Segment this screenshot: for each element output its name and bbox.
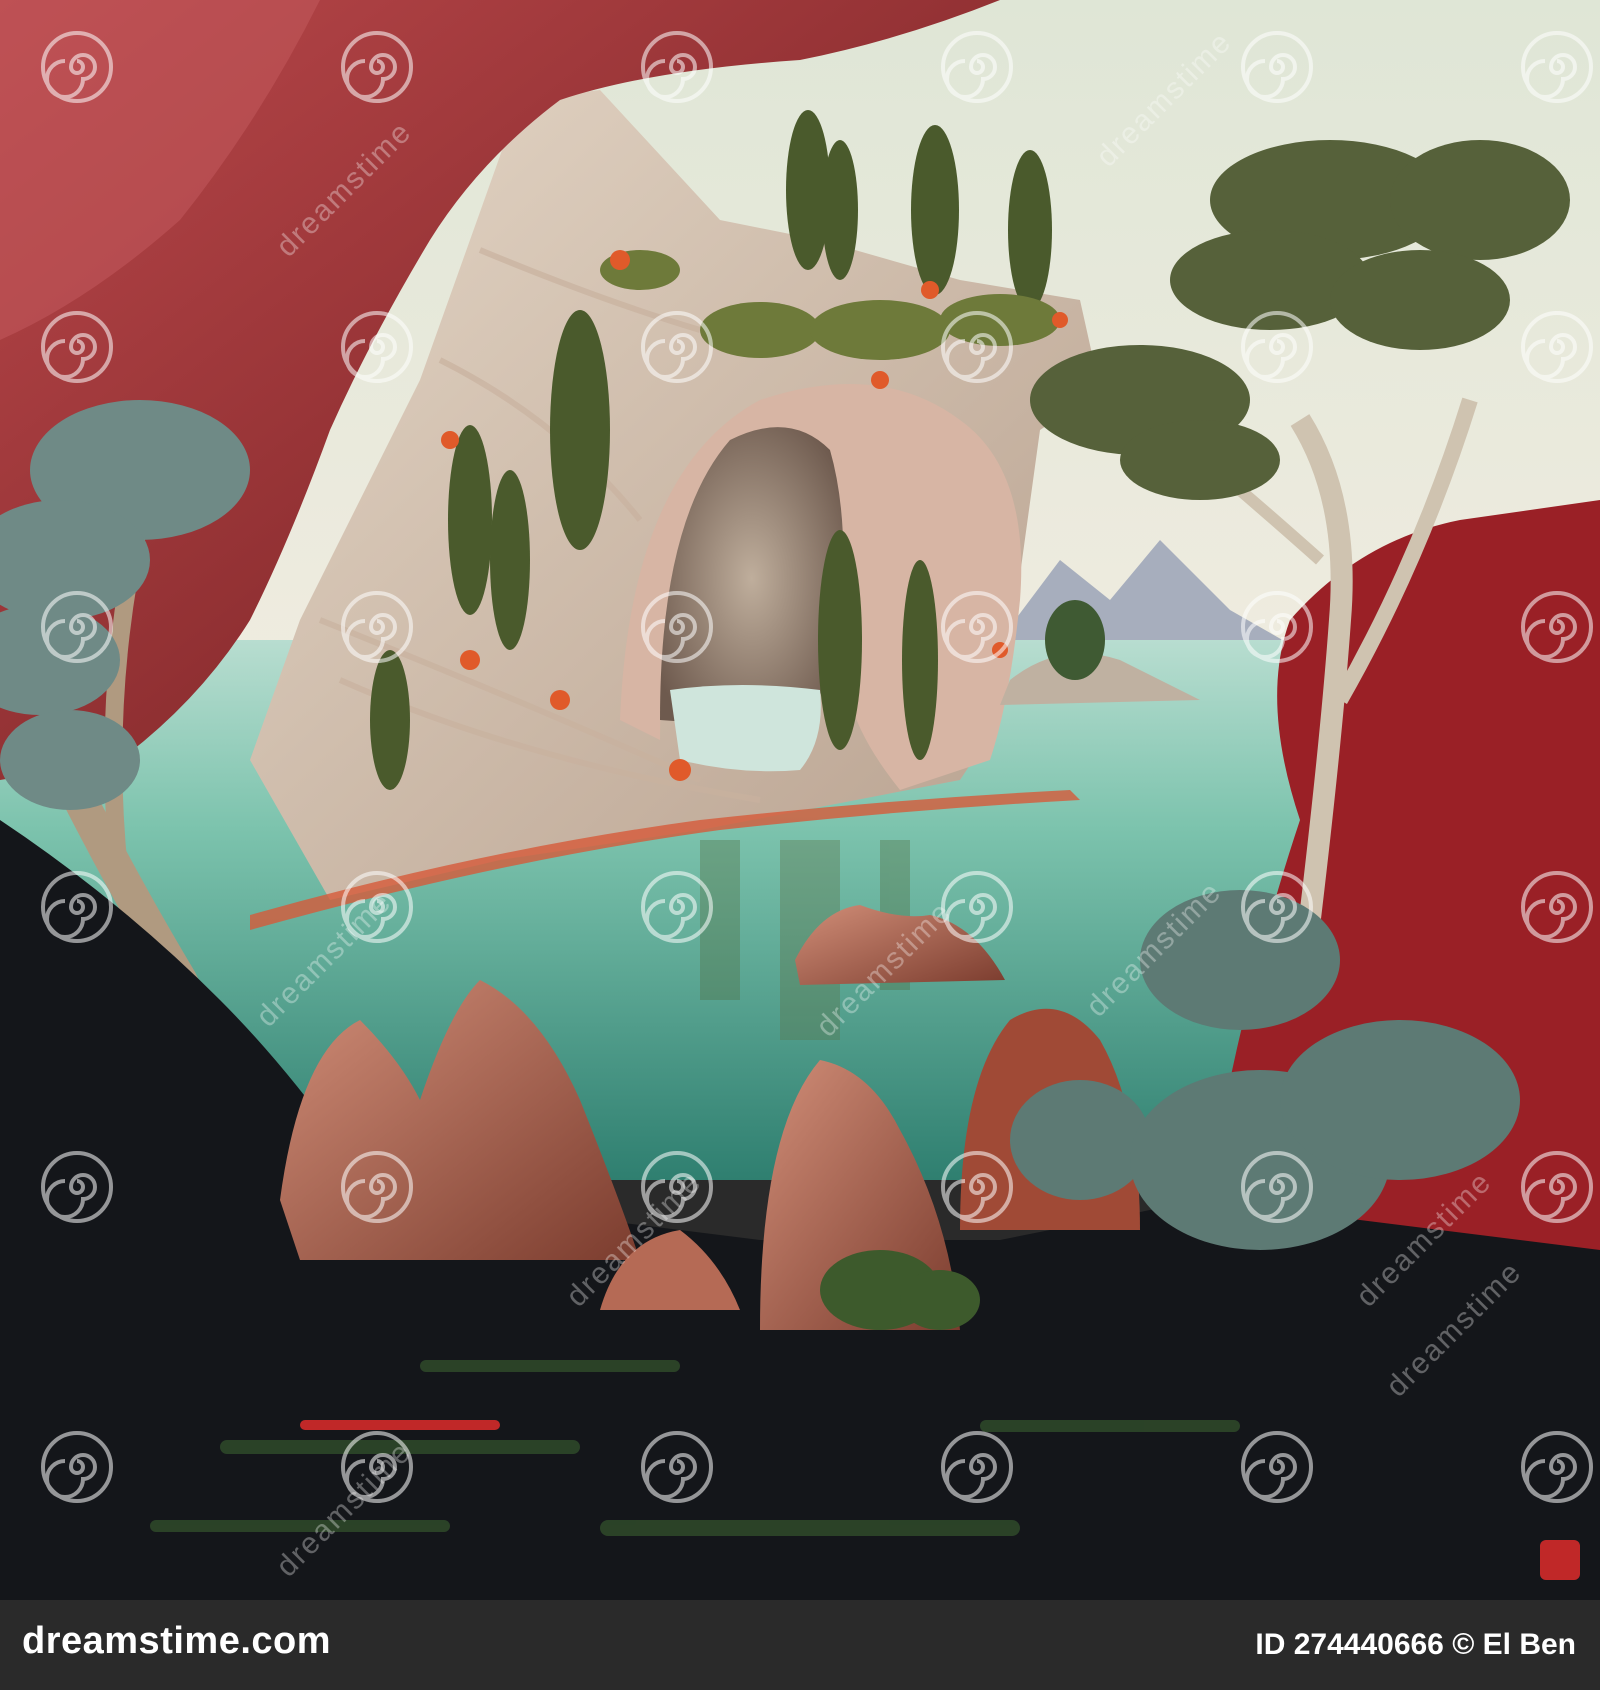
cave-pool bbox=[670, 685, 821, 772]
island-trees bbox=[1045, 600, 1105, 680]
painting-artwork bbox=[0, 0, 1600, 1600]
footer-brand[interactable]: dreamstime.com bbox=[22, 1620, 331, 1663]
footer-image-id: ID 274440666 © El Ben bbox=[1255, 1628, 1576, 1661]
painting-svg bbox=[0, 0, 1600, 1600]
footer-bar: dreamstime.com ID 274440666 © El Ben bbox=[0, 1600, 1600, 1690]
